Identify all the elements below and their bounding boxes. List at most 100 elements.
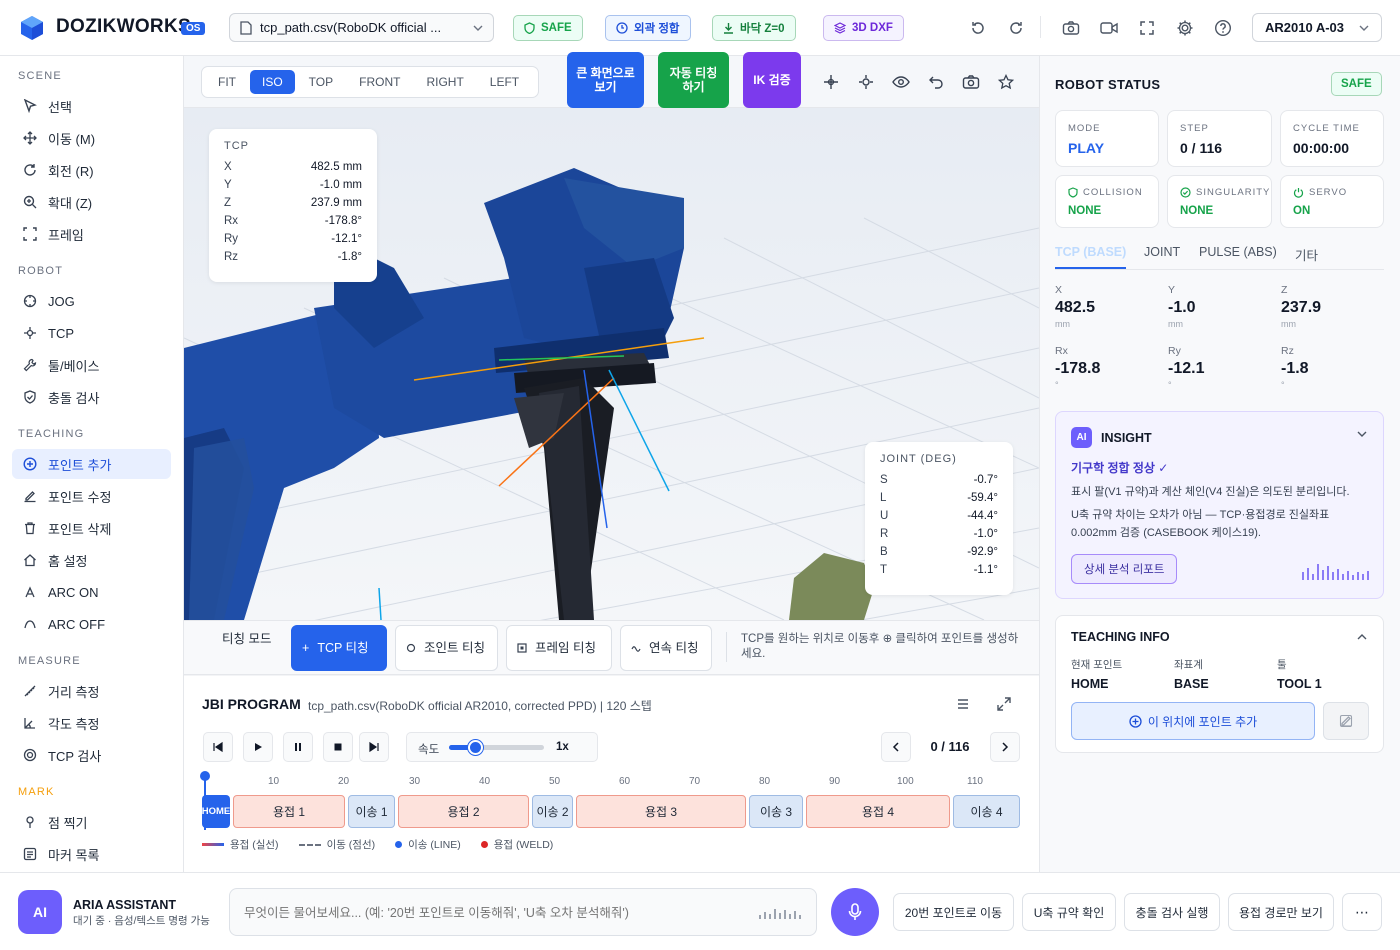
- tcp-value: 237.9 mm: [310, 197, 362, 209]
- robot-status-title: ROBOT STATUS: [1055, 77, 1161, 92]
- view-tab-left[interactable]: LEFT: [478, 70, 531, 94]
- frame-teach-button[interactable]: 프레임 티칭: [506, 625, 612, 671]
- star-icon[interactable]: [995, 72, 1017, 92]
- quick-chip-move-point[interactable]: 20번 포인트로 이동: [893, 893, 1014, 931]
- coord-unit: mm: [1055, 319, 1070, 329]
- tab-etc[interactable]: 기타: [1295, 245, 1318, 264]
- snapshot-icon[interactable]: [960, 72, 982, 92]
- stop-button[interactable]: [323, 732, 353, 762]
- view-tab-iso[interactable]: ISO: [250, 70, 295, 94]
- sidebar-item-edit-point[interactable]: 포인트 수정: [12, 481, 171, 511]
- coord-rx: Rx -178.8 °: [1055, 345, 1100, 390]
- segment-transfer-1[interactable]: 이송 1: [348, 795, 395, 828]
- expand-icon[interactable]: [996, 696, 1014, 714]
- sidebar-item-collision[interactable]: 충돌 검사: [12, 382, 171, 412]
- sidebar-item-tcp[interactable]: TCP: [12, 318, 171, 348]
- undo-view-icon[interactable]: [925, 72, 947, 92]
- segment-weld-3[interactable]: 용접 3: [576, 795, 746, 828]
- undo-icon[interactable]: [966, 16, 990, 40]
- continuous-teach-button[interactable]: 연속 티칭: [620, 625, 712, 671]
- segment-transfer-4[interactable]: 이송 4: [953, 795, 1020, 828]
- fullscreen-icon[interactable]: [1135, 16, 1159, 40]
- menu-icon[interactable]: [956, 698, 972, 712]
- assistant-ai-badge[interactable]: AI: [18, 890, 62, 934]
- segment-weld-4[interactable]: 용접 4: [806, 795, 950, 828]
- assistant-input[interactable]: [244, 902, 744, 924]
- sidebar-item-mark-point[interactable]: 점 찍기: [12, 807, 171, 837]
- joint-teach-button[interactable]: 조인트 티칭: [395, 625, 498, 671]
- file-selector[interactable]: tcp_path.csv(RoboDK official ...: [229, 13, 494, 42]
- quick-chip-u-axis[interactable]: U축 규약 확인: [1022, 893, 1116, 931]
- view-tab-front[interactable]: FRONT: [347, 70, 412, 94]
- edit-point-button[interactable]: [1323, 702, 1369, 740]
- sidebar-item-arc-on[interactable]: ARC ON: [12, 577, 171, 607]
- skip-end-button[interactable]: [359, 732, 389, 762]
- tab-tcp-base[interactable]: TCP (BASE): [1055, 245, 1126, 259]
- sidebar-item-angle[interactable]: 각도 측정: [12, 708, 171, 738]
- speed-slider[interactable]: [449, 740, 544, 755]
- quick-chip-weld-path[interactable]: 용접 경로만 보기: [1228, 893, 1334, 931]
- view-tab-top[interactable]: TOP: [297, 70, 345, 94]
- segment-weld-1[interactable]: 용접 1: [233, 795, 345, 828]
- eye-icon[interactable]: [890, 72, 912, 92]
- tick-label: 40: [479, 776, 491, 787]
- sidebar-item-select[interactable]: 선택: [12, 91, 171, 121]
- sidebar-item-tool-base[interactable]: 툴/베이스: [12, 350, 171, 380]
- video-icon[interactable]: [1097, 16, 1121, 40]
- next-step-button[interactable]: [990, 732, 1020, 762]
- chevron-down-icon[interactable]: [1357, 431, 1367, 437]
- sidebar-item-frame[interactable]: 프레임: [12, 219, 171, 249]
- gear-icon[interactable]: [1173, 16, 1197, 40]
- sidebar-item-rotate[interactable]: 회전 (R): [12, 155, 171, 185]
- sidebar-item-delete-point[interactable]: 포인트 삭제: [12, 513, 171, 543]
- pause-button[interactable]: [283, 732, 313, 762]
- teaching-mode-label: 티칭 모드: [222, 632, 272, 646]
- section-measure: MEASURE: [18, 655, 81, 667]
- play-button[interactable]: [243, 732, 273, 762]
- skip-start-button[interactable]: [203, 732, 233, 762]
- prev-step-button[interactable]: [881, 732, 911, 762]
- auto-teach-button[interactable]: 자동 티칭 하기: [658, 52, 729, 108]
- microphone-button[interactable]: [831, 888, 879, 936]
- dxf-badge[interactable]: 3D DXF: [823, 15, 904, 41]
- sidebar-item-home[interactable]: 홈 설정: [12, 545, 171, 575]
- sidebar-item-jog[interactable]: JOG: [12, 286, 171, 316]
- sidebar-item-distance[interactable]: 거리 측정: [12, 676, 171, 706]
- add-point-here-button[interactable]: 이 위치에 포인트 추가: [1071, 702, 1315, 740]
- help-icon[interactable]: [1211, 16, 1235, 40]
- quick-chip-collision-check[interactable]: 충돌 검사 실행: [1124, 893, 1220, 931]
- chevron-up-icon[interactable]: [1357, 634, 1367, 640]
- view-tab-fit[interactable]: FIT: [206, 70, 248, 94]
- safe-badge[interactable]: SAFE: [513, 15, 583, 41]
- check-card-servo: SERVO ON: [1280, 175, 1384, 228]
- speed-slider-thumb[interactable]: [467, 740, 483, 755]
- more-options-button[interactable]: ⋯: [1342, 893, 1382, 931]
- tcp-key: Ry: [224, 233, 239, 245]
- tab-joint[interactable]: JOINT: [1144, 245, 1180, 259]
- external-match-badge[interactable]: 외곽 정합: [605, 15, 691, 41]
- camera-icon[interactable]: [1059, 16, 1083, 40]
- sidebar-item-tcp-check[interactable]: TCP 검사: [12, 740, 171, 770]
- sidebar-item-arc-off[interactable]: ARC OFF: [12, 609, 171, 639]
- tab-pulse-abs[interactable]: PULSE (ABS): [1199, 245, 1277, 259]
- fullscreen-view-button[interactable]: 큰 화면으로 보기: [567, 52, 644, 108]
- segment-transfer-2[interactable]: 이송 2: [532, 795, 573, 828]
- sidebar-item-zoom[interactable]: 확대 (Z): [12, 187, 171, 217]
- redo-icon[interactable]: [1004, 16, 1028, 40]
- playhead-handle[interactable]: [200, 771, 210, 781]
- segment-home[interactable]: HOME: [202, 795, 230, 828]
- segment-transfer-3[interactable]: 이송 3: [749, 795, 803, 828]
- report-button[interactable]: 상세 분석 리포트: [1071, 554, 1178, 584]
- rotate-icon: [22, 162, 38, 178]
- segment-weld-2[interactable]: 용접 2: [398, 795, 529, 828]
- tcp-teach-button[interactable]: + TCP 티칭: [291, 625, 387, 671]
- robot-selector[interactable]: AR2010 A-03: [1252, 13, 1382, 42]
- sidebar-item-move[interactable]: 이동 (M): [12, 123, 171, 153]
- ik-verify-button[interactable]: IK 검증: [743, 52, 801, 108]
- pivot-icon[interactable]: [855, 72, 877, 92]
- view-tab-right[interactable]: RIGHT: [414, 70, 475, 94]
- sidebar-item-add-point[interactable]: 포인트 추가: [12, 449, 171, 479]
- sidebar-item-marker-list[interactable]: 마커 목록: [12, 839, 171, 869]
- axis-move-icon[interactable]: [820, 72, 842, 92]
- floor-badge[interactable]: 바닥 Z=0: [712, 15, 796, 41]
